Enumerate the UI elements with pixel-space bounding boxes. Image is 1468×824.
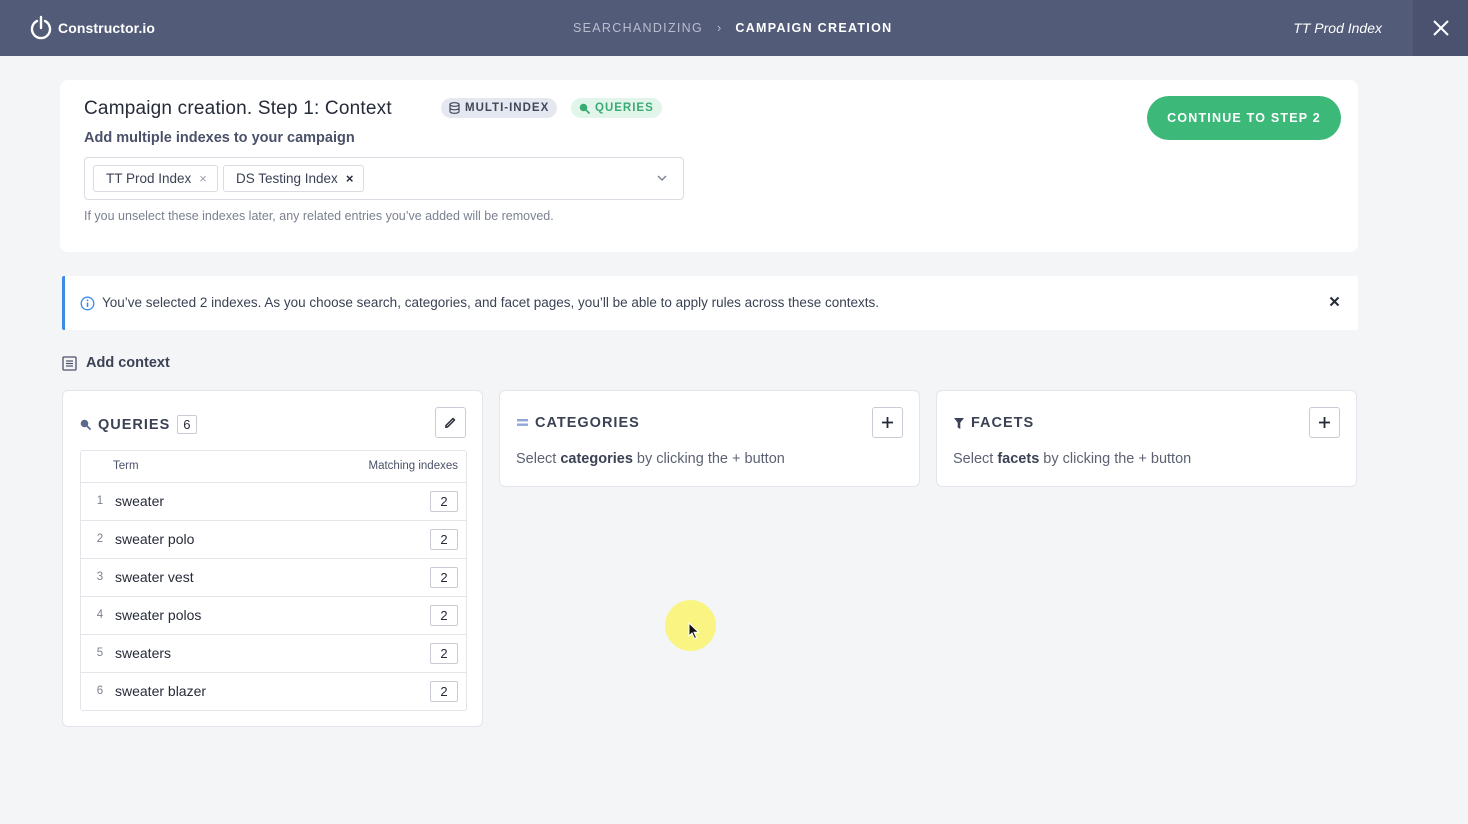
search-icon — [579, 103, 590, 114]
queries-panel-header: QUERIES 6 — [80, 415, 197, 434]
filter-icon — [954, 417, 964, 429]
empty-text-bold: categories — [560, 451, 633, 467]
info-banner: You’ve selected 2 indexes. As you choose… — [62, 276, 1358, 330]
chevron-down-icon[interactable] — [655, 171, 669, 185]
breadcrumb-searchandizing[interactable]: SEARCHANDIZING — [573, 21, 703, 35]
power-logo-icon — [30, 15, 52, 40]
queries-panel-title: QUERIES — [98, 416, 171, 433]
empty-text-pre: Select — [516, 451, 561, 467]
matching-indexes-count: 2 — [430, 681, 458, 702]
multi-index-badge-label: MULTI-INDEX — [465, 102, 550, 114]
queries-count-badge: 6 — [177, 415, 197, 434]
close-button[interactable] — [1413, 0, 1468, 56]
row-number: 6 — [96, 685, 104, 697]
query-term: sweater vest — [115, 569, 194, 585]
edit-queries-button[interactable] — [435, 407, 466, 438]
matching-indexes-count: 2 — [430, 605, 458, 626]
breadcrumb-separator: › — [717, 20, 722, 35]
page-title: Campaign creation. Step 1: Context — [84, 98, 392, 119]
search-icon — [80, 419, 91, 430]
breadcrumb-campaign-creation: CAMPAIGN CREATION — [735, 20, 893, 35]
index-chip-label: TT Prod Index — [106, 171, 192, 186]
add-facets-button[interactable] — [1309, 407, 1340, 438]
logo[interactable]: Constructor.io — [30, 15, 155, 41]
continue-to-step-2-button[interactable]: CONTINUE TO STEP 2 — [1147, 96, 1341, 140]
close-icon[interactable] — [1329, 296, 1340, 307]
table-row[interactable]: 4 sweater polos 2 — [81, 597, 466, 635]
table-header: Term Matching indexes — [81, 451, 466, 483]
index-multiselect[interactable]: TT Prod Index × DS Testing Index × — [84, 157, 684, 200]
table-row[interactable]: 5 sweaters 2 — [81, 635, 466, 673]
empty-text-post: by clicking the + button — [1039, 451, 1192, 467]
index-chip-ds-testing: DS Testing Index × — [223, 165, 365, 192]
category-list-icon — [517, 419, 528, 426]
index-chip-label: DS Testing Index — [236, 171, 338, 186]
pencil-icon — [445, 417, 456, 428]
facets-panel-title: FACETS — [971, 415, 1035, 431]
query-term: sweater polo — [115, 531, 195, 547]
row-number: 4 — [96, 609, 104, 621]
categories-panel-header: CATEGORIES — [517, 415, 640, 431]
index-chip-tt-prod: TT Prod Index × — [93, 165, 218, 192]
queries-table: Term Matching indexes 1 sweater 2 2 swea… — [80, 450, 467, 711]
info-icon — [80, 296, 95, 311]
categories-empty-state: Select categories by clicking the + butt… — [516, 451, 785, 467]
index-helper-text: If you unselect these indexes later, any… — [84, 209, 554, 223]
empty-text-post: by clicking the + button — [632, 451, 785, 467]
categories-panel-title: CATEGORIES — [535, 415, 640, 431]
queries-panel: QUERIES 6 Term Matching indexes 1 sweate… — [62, 390, 483, 727]
categories-panel: CATEGORIES Select categories by clicking… — [499, 390, 920, 487]
empty-text-pre: Select — [953, 451, 998, 467]
multi-index-badge: MULTI-INDEX — [441, 98, 558, 118]
facets-empty-state: Select facets by clicking the + button — [953, 451, 1191, 467]
row-number: 1 — [96, 495, 104, 507]
table-row[interactable]: 6 sweater blazer 2 — [81, 673, 466, 710]
matching-indexes-count: 2 — [430, 643, 458, 664]
plus-icon — [1319, 417, 1330, 428]
table-row[interactable]: 2 sweater polo 2 — [81, 521, 466, 559]
table-row[interactable]: 1 sweater 2 — [81, 483, 466, 521]
index-select-label: Add multiple indexes to your campaign — [84, 130, 355, 146]
query-term: sweater — [115, 493, 165, 509]
row-number: 3 — [96, 571, 104, 583]
table-row[interactable]: 3 sweater vest 2 — [81, 559, 466, 597]
matching-indexes-count: 2 — [430, 567, 458, 588]
close-icon — [1432, 20, 1449, 36]
column-header-matching-indexes: Matching indexes — [368, 460, 459, 472]
current-index-name: TT Prod Index — [1293, 20, 1382, 36]
add-context-heading: Add context — [62, 355, 170, 371]
chip-remove-icon[interactable]: × — [199, 171, 207, 186]
queries-badge: QUERIES — [571, 98, 662, 118]
info-banner-text: You’ve selected 2 indexes. As you choose… — [102, 295, 879, 310]
top-bar: Constructor.io SEARCHANDIZING › CAMPAIGN… — [0, 0, 1468, 56]
matching-indexes-count: 2 — [430, 491, 458, 512]
plus-icon — [882, 417, 893, 428]
row-number: 5 — [96, 647, 104, 659]
logo-text: Constructor.io — [58, 20, 156, 36]
add-context-label: Add context — [86, 355, 170, 371]
column-header-term: Term — [113, 460, 139, 472]
breadcrumb: SEARCHANDIZING › CAMPAIGN CREATION — [573, 20, 892, 35]
queries-badge-label: QUERIES — [595, 102, 654, 114]
query-term: sweater blazer — [115, 683, 207, 699]
facets-panel: FACETS Select facets by clicking the + b… — [936, 390, 1357, 487]
campaign-header-card: Campaign creation. Step 1: Context MULTI… — [60, 80, 1358, 252]
query-term: sweaters — [115, 645, 172, 661]
matching-indexes-count: 2 — [430, 529, 458, 550]
database-icon — [449, 102, 460, 114]
add-categories-button[interactable] — [872, 407, 903, 438]
list-icon — [62, 355, 77, 371]
query-term: sweater polos — [115, 607, 202, 623]
empty-text-bold: facets — [997, 451, 1040, 467]
chip-remove-icon[interactable]: × — [346, 171, 354, 186]
mouse-pointer-icon — [688, 622, 700, 640]
facets-panel-header: FACETS — [954, 415, 1034, 431]
row-number: 2 — [96, 533, 104, 545]
